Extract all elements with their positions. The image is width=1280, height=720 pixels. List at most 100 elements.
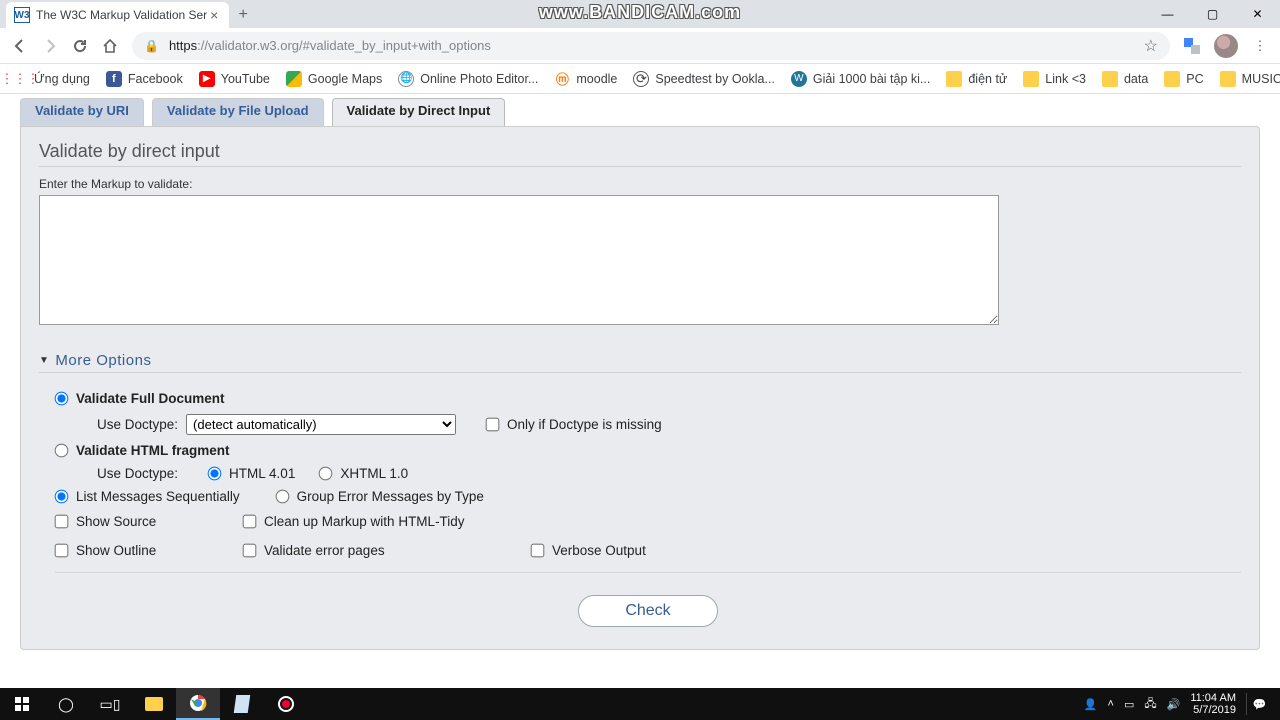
option-label: Validate HTML fragment [76, 443, 230, 458]
markup-textarea[interactable] [39, 195, 999, 325]
browser-tabstrip: W3 The W3C Markup Validation Ser × + www… [0, 0, 1280, 28]
url-path: ://validator.w3.org/#validate_by_input+w… [197, 38, 491, 53]
checkbox-html-tidy[interactable] [243, 515, 257, 529]
bookmark-facebook[interactable]: fFacebook [100, 68, 189, 90]
people-icon[interactable]: 👤 [1084, 698, 1098, 711]
bookmark-folder-music[interactable]: MUSIC [1214, 68, 1280, 90]
options-block: Validate Full Document Use Doctype: (det… [39, 373, 1241, 627]
bookmark-label: Link <3 [1045, 72, 1086, 86]
bookmark-label: MUSIC [1242, 72, 1280, 86]
bookmark-folder-data[interactable]: data [1096, 68, 1154, 90]
action-center-button[interactable]: 💬 [1246, 693, 1272, 715]
apps-icon: ⋮⋮⋮ [12, 71, 28, 87]
maps-icon [286, 71, 302, 87]
bookmark-apps[interactable]: ⋮⋮⋮ Ứng dụng [6, 68, 96, 90]
bookmark-youtube[interactable]: ▶YouTube [193, 68, 276, 90]
taskbar-clock[interactable]: 11:04 AM 5/7/2019 [1190, 692, 1236, 716]
option-label: Show Source [76, 514, 156, 529]
bookmark-label: Giải 1000 bài tập ki... [813, 72, 930, 86]
radio-html401[interactable] [208, 467, 222, 481]
disclosure-triangle-icon: ▼ [39, 355, 49, 366]
tab-title: The W3C Markup Validation Ser [36, 8, 207, 22]
taskbar-file-explorer[interactable] [132, 688, 176, 720]
radio-validate-full-document[interactable] [55, 392, 69, 406]
tab-validate-direct-input[interactable]: Validate by Direct Input [332, 98, 506, 126]
browser-tab-active[interactable]: W3 The W3C Markup Validation Ser × [6, 2, 229, 28]
bookmark-folder-link[interactable]: Link <3 [1017, 68, 1092, 90]
windows-taskbar: ◯ ▭▯ 👤 ˄ ▭ 🖧 🔊 11:04 AM 5/7/2019 💬 [0, 688, 1280, 720]
bookmark-moodle[interactable]: ⓜ moodle [548, 68, 623, 90]
radio-xhtml10[interactable] [319, 467, 333, 481]
youtube-icon: ▶ [199, 71, 215, 87]
option-label: Verbose Output [552, 543, 646, 558]
bookmark-label: Google Maps [308, 72, 382, 86]
bookmark-label: moodle [576, 72, 617, 86]
reload-button[interactable] [66, 32, 94, 60]
bookmark-folder-dientu[interactable]: điện tử [940, 68, 1013, 90]
moodle-icon: ⓜ [554, 71, 570, 87]
checkbox-verbose-output[interactable] [531, 544, 545, 558]
bookmark-label: PC [1186, 72, 1203, 86]
window-maximize-button[interactable]: ▢ [1190, 0, 1235, 28]
clock-time: 11:04 AM [1190, 692, 1236, 704]
facebook-icon: f [106, 71, 122, 87]
validate-panel: Validate by direct input Enter the Marku… [20, 126, 1260, 650]
option-label: List Messages Sequentially [76, 489, 240, 504]
back-button[interactable] [6, 32, 34, 60]
tray-input-icon[interactable]: ▭ [1124, 698, 1134, 711]
task-view-button[interactable]: ▭▯ [88, 688, 132, 720]
bookmark-star-icon[interactable]: ☆ [1144, 36, 1158, 56]
radio-validate-fragment[interactable] [55, 444, 69, 458]
bookmark-folder-pc[interactable]: PC [1158, 68, 1209, 90]
taskbar-bandicam-record[interactable] [264, 688, 308, 720]
home-button[interactable] [96, 32, 124, 60]
folder-icon [1220, 71, 1236, 87]
bookmark-label: data [1124, 72, 1148, 86]
bookmark-wordpress[interactable]: W Giải 1000 bài tập ki... [785, 68, 936, 90]
cortana-button[interactable]: ◯ [44, 688, 88, 720]
checkbox-show-source[interactable] [55, 515, 69, 529]
check-button[interactable]: Check [578, 595, 717, 627]
taskbar-chrome[interactable] [176, 688, 220, 720]
option-label: Validate Full Document [76, 391, 225, 406]
window-minimize-button[interactable]: — [1145, 0, 1190, 28]
panel-heading: Validate by direct input [39, 141, 1241, 167]
translate-icon[interactable] [1178, 32, 1206, 60]
options-separator [55, 572, 1241, 573]
w3c-favicon: W3 [14, 7, 30, 23]
bookmark-speedtest[interactable]: ⟳Speedtest by Ookla... [627, 68, 781, 90]
new-tab-button[interactable]: + [229, 2, 257, 28]
bookmark-label: Ứng dụng [34, 72, 90, 86]
bookmark-photo-editor[interactable]: 🌐Online Photo Editor... [392, 68, 544, 90]
start-button[interactable] [0, 688, 44, 720]
checkbox-only-if-missing[interactable] [486, 418, 500, 432]
page-content: Validate by URI Validate by File Upload … [0, 98, 1280, 650]
option-label: Show Outline [76, 543, 156, 558]
checkbox-validate-error-pages[interactable] [243, 544, 257, 558]
tray-chevron-up-icon[interactable]: ˄ [1108, 698, 1114, 710]
use-doctype-label: Use Doctype: [97, 417, 178, 432]
checkbox-show-outline[interactable] [55, 544, 69, 558]
address-bar[interactable]: 🔒 https://validator.w3.org/#validate_by_… [132, 32, 1170, 60]
folder-icon [1023, 71, 1039, 87]
tab-label: Validate by Direct Input [347, 103, 491, 118]
chrome-menu-button[interactable]: ⋮ [1246, 32, 1274, 60]
tab-validate-uri[interactable]: Validate by URI [20, 98, 144, 126]
more-options-toggle[interactable]: ▼ More Options [39, 352, 1241, 373]
option-label: Group Error Messages by Type [297, 489, 484, 504]
forward-button[interactable] [36, 32, 64, 60]
close-tab-icon[interactable]: × [207, 7, 221, 23]
tab-validate-upload[interactable]: Validate by File Upload [152, 98, 324, 126]
bandicam-watermark: www.BANDICAM.com [539, 2, 741, 23]
taskbar-notepad[interactable] [220, 688, 264, 720]
doctype-select[interactable]: (detect automatically) [186, 414, 456, 435]
window-close-button[interactable]: ✕ [1235, 0, 1280, 28]
tray-network-icon[interactable]: 🖧 [1144, 695, 1156, 714]
bookmark-google-maps[interactable]: Google Maps [280, 68, 388, 90]
wordpress-icon: W [791, 71, 807, 87]
tray-volume-icon[interactable]: 🔊 [1167, 698, 1181, 711]
radio-list-sequentially[interactable] [55, 490, 69, 504]
radio-group-by-type[interactable] [275, 490, 289, 504]
profile-avatar[interactable] [1214, 34, 1238, 58]
folder-icon [1164, 71, 1180, 87]
